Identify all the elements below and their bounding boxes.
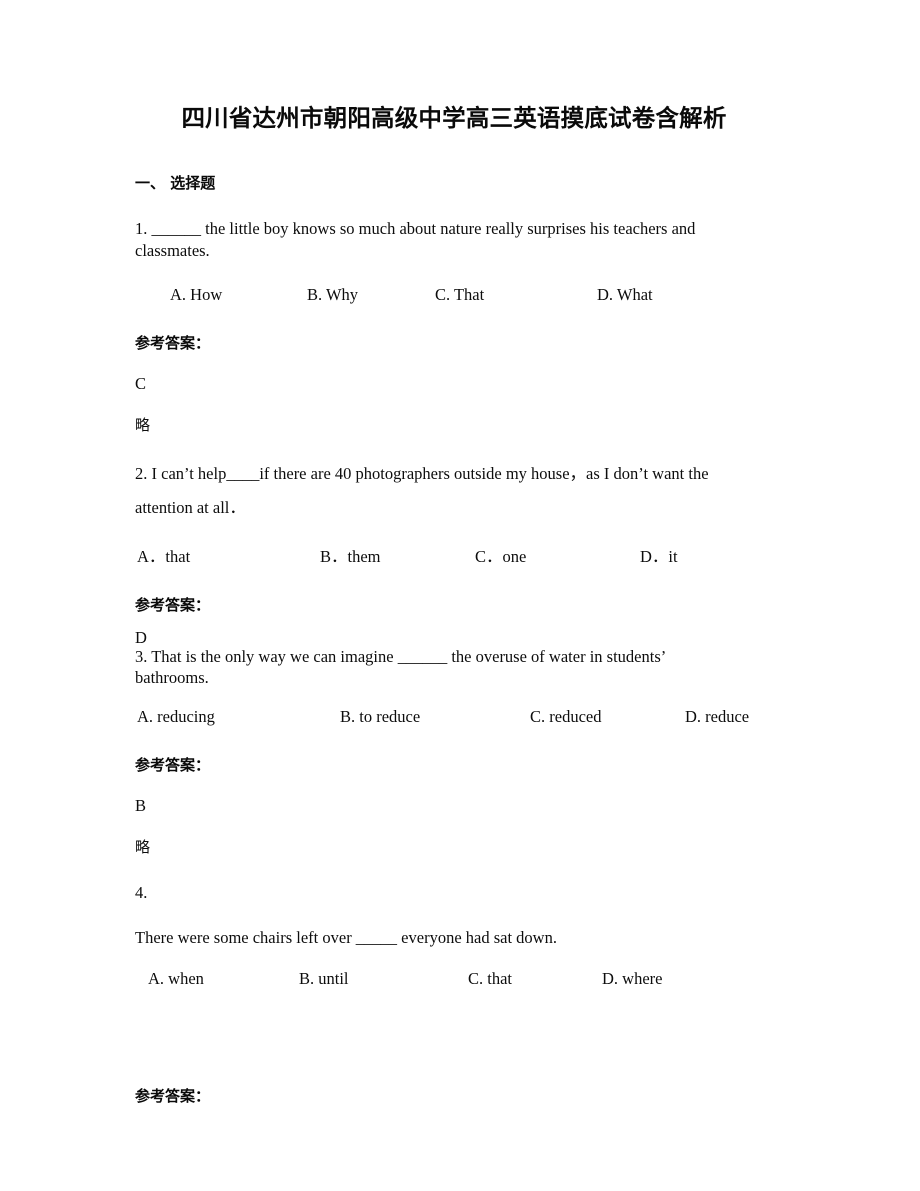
section-heading: 一、 选择题 xyxy=(135,174,216,193)
question-4-options: A. when B. until C. that D. where xyxy=(135,969,767,991)
question-4-option-c[interactable]: C. that xyxy=(468,969,512,990)
question-2-option-b[interactable]: B．them xyxy=(320,547,381,568)
question-2-stem-line1: 2. I can’t help____if there are 40 photo… xyxy=(135,464,709,484)
question-1-option-a[interactable]: A. How xyxy=(170,285,222,306)
page-title: 四川省达州市朝阳高级中学高三英语摸底试卷含解析 xyxy=(181,104,727,132)
question-1-options: A. How B. Why C. That D. What xyxy=(135,285,767,307)
question-1-option-b[interactable]: B. Why xyxy=(307,285,358,306)
bottom-spacer xyxy=(135,991,767,1087)
document-content: 四川省达州市朝阳高级中学高三英语摸底试卷含解析 一、 选择题 1. ______… xyxy=(135,104,767,1105)
question-2-answer-value: D xyxy=(135,627,147,647)
question-1-answer-label: 参考答案： xyxy=(135,334,211,353)
question-1-answer-note: 略 xyxy=(135,416,151,435)
question-3-options: A. reducing B. to reduce C. reduced D. r… xyxy=(135,707,767,729)
question-3-stem-line2: bathrooms. xyxy=(135,668,209,688)
question-1-stem-line1: 1. ______ the little boy knows so much a… xyxy=(135,219,696,239)
document-page: 四川省达州市朝阳高级中学高三英语摸底试卷含解析 一、 选择题 1. ______… xyxy=(0,0,920,1191)
question-3-stem: 3. That is the only way we can imagine _… xyxy=(135,647,767,689)
question-3-stem-line1: 3. That is the only way we can imagine _… xyxy=(135,647,667,667)
question-4-number: 4. xyxy=(135,883,148,903)
question-2-stem-line2: attention at all． xyxy=(135,497,246,517)
question-1-answer-value: C xyxy=(135,374,147,394)
question-3-option-d[interactable]: D. reduce xyxy=(685,707,749,728)
question-1-option-c[interactable]: C. That xyxy=(435,285,484,306)
question-2-options: A．that B．them C．one D．it xyxy=(135,547,767,569)
question-1-stem-line2: classmates. xyxy=(135,240,210,260)
question-3-option-a[interactable]: A. reducing xyxy=(137,707,215,728)
question-3-answer-note: 略 xyxy=(135,838,151,857)
question-1-option-d[interactable]: D. What xyxy=(597,285,653,306)
question-4-option-d[interactable]: D. where xyxy=(602,969,662,990)
question-3-answer-label: 参考答案： xyxy=(135,756,211,775)
question-3-option-b[interactable]: B. to reduce xyxy=(340,707,420,728)
question-2-option-d[interactable]: D．it xyxy=(640,547,678,568)
question-4-answer-label: 参考答案： xyxy=(135,1087,211,1106)
question-2-option-a[interactable]: A．that xyxy=(137,547,190,568)
question-4-stem: There were some chairs left over _____ e… xyxy=(135,927,557,947)
question-2-answer-label: 参考答案： xyxy=(135,595,211,614)
question-1-stem: 1. ______ the little boy knows so much a… xyxy=(135,218,767,261)
question-2-option-c[interactable]: C．one xyxy=(475,547,526,568)
question-4-option-a[interactable]: A. when xyxy=(148,969,204,990)
question-2-stem: 2. I can’t help____if there are 40 photo… xyxy=(135,457,767,525)
question-3-answer-value: B xyxy=(135,796,147,816)
question-3-option-c[interactable]: C. reduced xyxy=(530,707,601,728)
question-4-option-b[interactable]: B. until xyxy=(299,969,349,990)
